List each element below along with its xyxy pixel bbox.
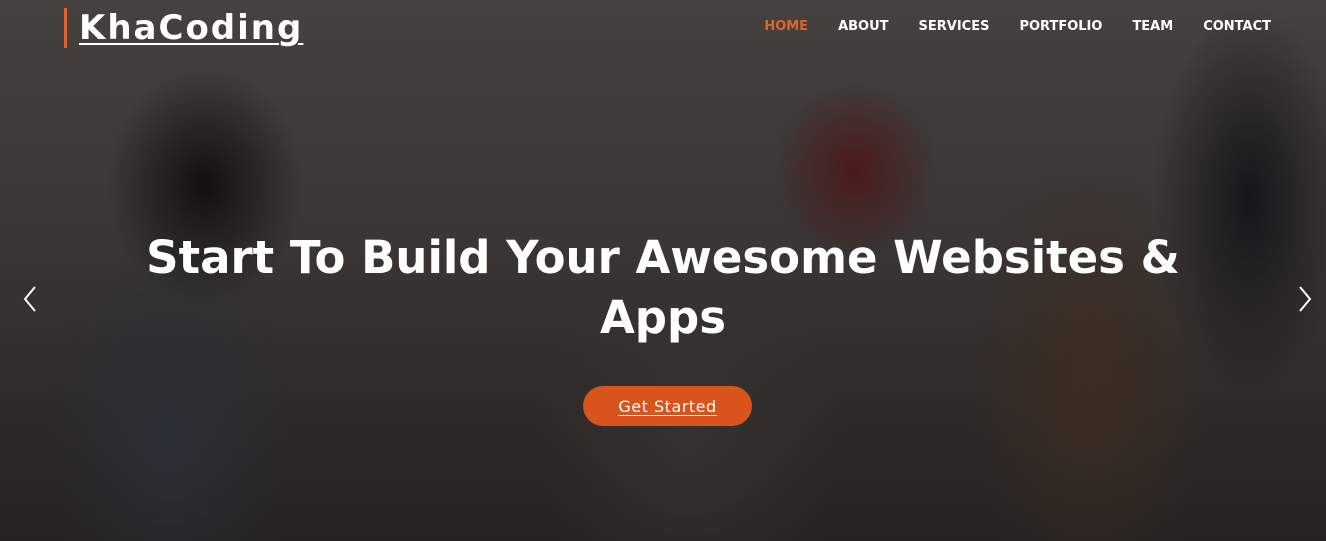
chevron-left-icon	[23, 286, 36, 312]
nav-item-contact[interactable]: CONTACT	[1203, 17, 1271, 37]
logo[interactable]: KhaCoding	[64, 8, 303, 48]
nav-item-services[interactable]: SERVICES	[919, 17, 990, 37]
get-started-button[interactable]: Get Started	[583, 386, 752, 426]
logo-text: KhaCoding	[79, 8, 304, 48]
nav-item-about[interactable]: ABOUT	[838, 17, 888, 37]
carousel-prev-button[interactable]	[15, 283, 45, 315]
nav-item-home[interactable]: HOME	[764, 17, 808, 37]
carousel-next-button[interactable]	[1290, 283, 1320, 315]
hero-headline-line1: Start To Build Your Awesome Websites &	[146, 231, 1180, 284]
nav-item-portfolio[interactable]: PORTFOLIO	[1019, 17, 1102, 37]
hero-headline-line2: Apps	[599, 291, 727, 344]
chevron-right-icon	[1299, 286, 1312, 312]
nav-item-team[interactable]: TEAM	[1132, 17, 1173, 37]
main-nav: HOME ABOUT SERVICES PORTFOLIO TEAM CONTA…	[764, 17, 1271, 37]
hero-headline: Start To Build Your Awesome Websites & A…	[113, 228, 1213, 348]
